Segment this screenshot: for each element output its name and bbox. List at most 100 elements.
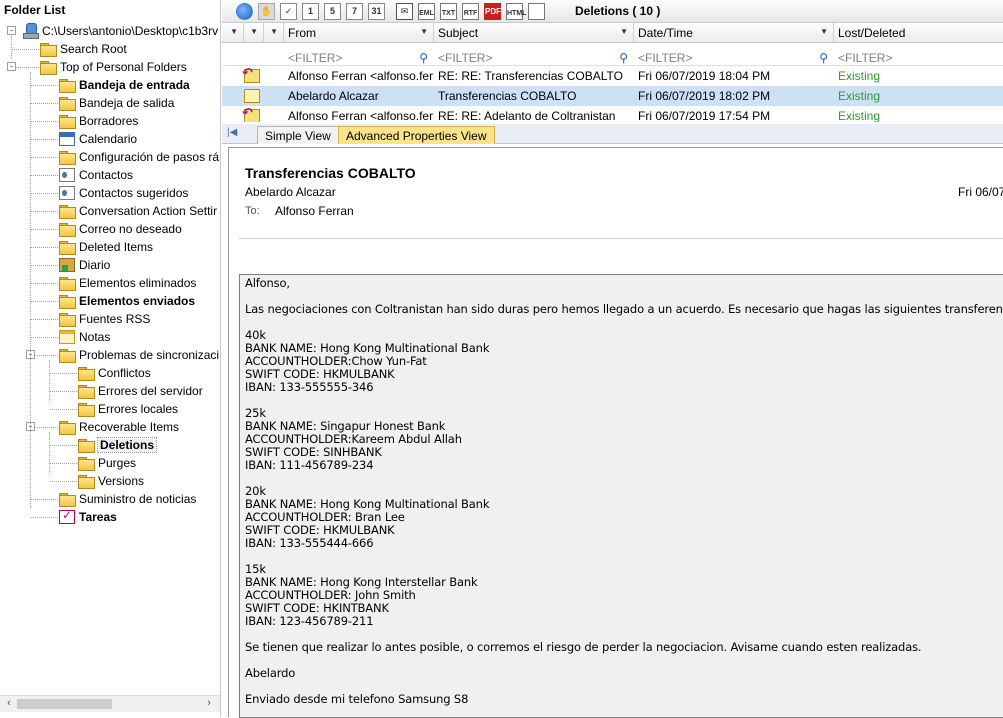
folder-item-label: Notas bbox=[79, 330, 111, 344]
body-line: Alfonso, bbox=[245, 276, 290, 290]
folder-item[interactable]: Search Root bbox=[40, 40, 127, 58]
folder-item[interactable]: Bandeja de salida bbox=[59, 94, 174, 112]
export-pdf-icon[interactable]: PDF bbox=[484, 3, 501, 20]
folder-item[interactable]: Errores del servidor bbox=[78, 382, 203, 400]
folder-item[interactable]: Tareas bbox=[59, 508, 117, 526]
tree-connector bbox=[50, 445, 77, 446]
folder-item[interactable]: Calendario bbox=[59, 130, 137, 148]
scroll-right-arrow-icon[interactable]: › bbox=[201, 697, 217, 712]
folder-icon bbox=[59, 204, 76, 219]
calendar-icon bbox=[59, 132, 75, 146]
folder-icon bbox=[59, 150, 76, 165]
copy-icon[interactable] bbox=[528, 3, 545, 20]
export-html-icon[interactable]: HTML bbox=[506, 3, 526, 20]
sort-indicator-icon[interactable]: ▼ bbox=[222, 23, 244, 42]
folder-icon bbox=[78, 456, 95, 471]
folder-item[interactable]: Errores locales bbox=[78, 400, 178, 418]
folder-item[interactable]: C:\Users\antonio\Desktop\c1b3rv bbox=[22, 22, 218, 40]
folder-item-label: Contactos sugeridos bbox=[79, 186, 189, 200]
tree-connector bbox=[12, 67, 39, 68]
hand-icon[interactable]: ✋ bbox=[258, 3, 275, 20]
message-grid: ▼ ▼ ▼ From ▼ Subject ▼ Date/Time ▼ Lost/Del… bbox=[222, 23, 1003, 122]
folder-item-label: Deleted Items bbox=[79, 240, 154, 254]
folder-item-label: Bandeja de entrada bbox=[79, 78, 190, 92]
folder-item[interactable]: Fuentes RSS bbox=[59, 310, 150, 328]
body-line bbox=[245, 550, 998, 563]
tab-advanced-properties-view[interactable]: Advanced Properties View bbox=[338, 126, 495, 144]
tree-connector bbox=[31, 301, 58, 302]
message-date: Fri 06/07 bbox=[958, 185, 1003, 199]
export-eml-icon[interactable]: EML bbox=[418, 3, 435, 20]
export-txt-icon[interactable]: TXT bbox=[440, 3, 457, 20]
body-line: Se tienen que realizar lo antes posible,… bbox=[245, 640, 922, 654]
folder-icon bbox=[59, 276, 76, 291]
folder-item[interactable]: Diario bbox=[59, 256, 110, 274]
folder-icon bbox=[78, 402, 95, 417]
folder-item[interactable]: Suministro de noticias bbox=[59, 490, 196, 508]
tab-simple-view[interactable]: Simple View bbox=[257, 126, 339, 144]
refresh-icon[interactable] bbox=[236, 3, 253, 20]
column-header-datetime[interactable]: Date/Time ▼ bbox=[634, 23, 834, 42]
folder-item[interactable]: Elementos eliminados bbox=[59, 274, 196, 292]
reply-mail-icon bbox=[242, 65, 260, 83]
folder-icon bbox=[78, 438, 95, 453]
scroll-left-arrow-icon[interactable]: ‹ bbox=[1, 697, 17, 712]
folder-item[interactable]: Borradores bbox=[59, 112, 138, 130]
search-icon[interactable]: ⚲ bbox=[819, 51, 828, 65]
search-icon[interactable]: ⚲ bbox=[619, 51, 628, 65]
table-row[interactable]: Alfonso Ferran <alfonso.ferr... RE: RE: … bbox=[222, 105, 1003, 122]
tab-nav-icon[interactable]: |◀ bbox=[227, 127, 237, 138]
folder-list-title: Folder List bbox=[0, 0, 220, 20]
folder-item[interactable]: Contactos sugeridos bbox=[59, 184, 188, 202]
icon-column-header[interactable]: ▼ bbox=[244, 23, 264, 42]
folder-item[interactable]: Correo no deseado bbox=[59, 220, 182, 238]
folder-item[interactable]: Top of Personal Folders bbox=[40, 58, 187, 76]
body-line: Enviado desde mi telefono Samsung S8 bbox=[245, 692, 469, 706]
message-preview: Transferencias COBALTO Abelardo Alcazar … bbox=[228, 147, 1003, 718]
email-icon[interactable]: ✉ bbox=[396, 3, 413, 20]
contacts-icon bbox=[59, 186, 75, 200]
table-row-selected[interactable]: Abelardo Alcazar Transferencias COBALTO … bbox=[222, 86, 1003, 106]
folder-item[interactable]: Configuración de pasos rá bbox=[59, 148, 219, 166]
table-row[interactable]: Alfonso Ferran <alfonso.ferr... RE: RE: … bbox=[222, 65, 1003, 86]
folder-item[interactable]: Elementos enviados bbox=[59, 292, 195, 310]
folder-item[interactable]: Purges bbox=[78, 454, 136, 472]
folder-icon bbox=[40, 42, 57, 57]
checklist-icon[interactable]: ✓ bbox=[280, 3, 297, 20]
calendar-day-1-icon[interactable]: 1 bbox=[302, 3, 319, 20]
export-rtf-icon[interactable]: RTF bbox=[462, 3, 479, 20]
folder-item[interactable]: Conflictos bbox=[78, 364, 151, 382]
folder-item[interactable]: Problemas de sincronizaci bbox=[59, 346, 219, 364]
folder-item[interactable]: Conversation Action Settir bbox=[59, 202, 217, 220]
tree-connector bbox=[31, 247, 58, 248]
folder-icon bbox=[40, 60, 57, 75]
folder-icon bbox=[59, 348, 76, 363]
folder-item[interactable]: Recoverable Items bbox=[59, 418, 179, 436]
attachment-column-header[interactable]: ▼ bbox=[264, 23, 284, 42]
folder-item[interactable]: Bandeja de entrada bbox=[59, 76, 190, 94]
calendar-day-31-icon[interactable]: 31 bbox=[368, 3, 385, 20]
scrollbar-thumb[interactable] bbox=[17, 699, 112, 709]
folder-item-label: Correo no deseado bbox=[79, 222, 182, 236]
collapse-toggle-icon[interactable]: - bbox=[7, 62, 16, 71]
column-header-lost-deleted[interactable]: Lost/Deleted bbox=[834, 23, 1003, 42]
folder-item[interactable]: Deleted Items bbox=[59, 238, 153, 256]
folder-icon bbox=[78, 474, 95, 489]
folder-item-label: Configuración de pasos rá bbox=[79, 150, 220, 164]
folder-item[interactable]: Versions bbox=[78, 472, 144, 490]
tree-connector bbox=[31, 85, 58, 86]
message-body[interactable]: Alfonso, Las negociaciones con Coltranist… bbox=[239, 274, 1003, 718]
folder-item[interactable]: Deletions bbox=[78, 436, 158, 454]
collapse-toggle-icon[interactable]: - bbox=[7, 26, 16, 35]
body-line bbox=[245, 394, 998, 407]
folder-item[interactable]: Contactos bbox=[59, 166, 133, 184]
column-header-from[interactable]: From ▼ bbox=[284, 23, 434, 42]
calendar-day-5-icon[interactable]: 5 bbox=[324, 3, 341, 20]
tree-guide-line bbox=[49, 360, 50, 402]
calendar-day-7-icon[interactable]: 7 bbox=[346, 3, 363, 20]
notes-icon bbox=[59, 330, 75, 344]
search-icon[interactable]: ⚲ bbox=[419, 51, 428, 65]
folder-list-horizontal-scrollbar[interactable]: ‹ › bbox=[0, 695, 220, 712]
column-header-subject[interactable]: Subject ▼ bbox=[434, 23, 634, 42]
folder-item[interactable]: Notas bbox=[59, 328, 110, 346]
